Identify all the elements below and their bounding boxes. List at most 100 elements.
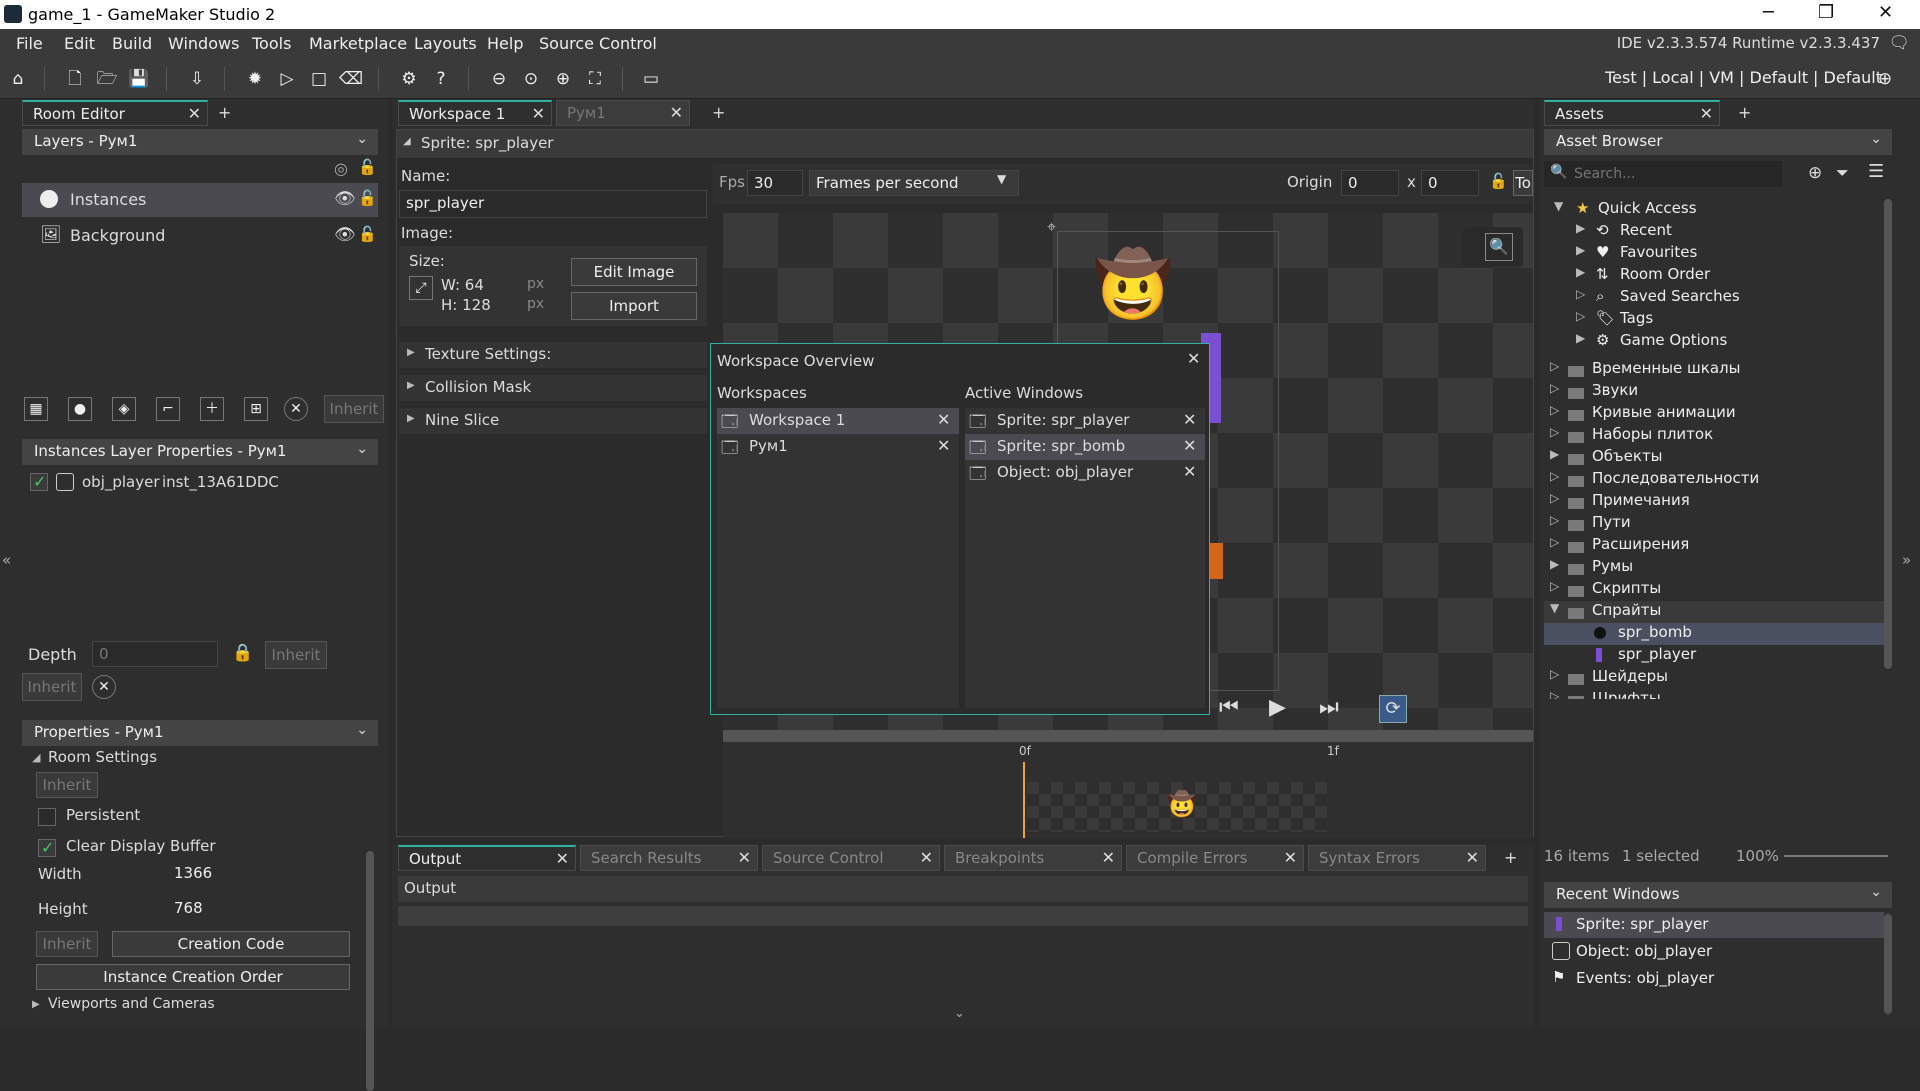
previous-frame-icon[interactable]: ⏮ bbox=[1219, 695, 1239, 720]
sprite-name-input[interactable]: spr_player bbox=[399, 190, 707, 218]
expand-arrow-icon[interactable]: ▼ bbox=[1550, 601, 1559, 615]
inherit-depth-button[interactable]: Inherit bbox=[265, 641, 327, 669]
create-executable-icon[interactable]: ⇩ bbox=[184, 66, 210, 92]
expand-arrow-icon[interactable]: ▶ bbox=[1550, 557, 1559, 571]
minimize-button[interactable]: ─ bbox=[1763, 2, 1774, 23]
folder-objects[interactable]: ▶ Объекты bbox=[1550, 447, 1880, 469]
tree-item-saved-searches[interactable]: ▷ ⌕ Saved Searches bbox=[1576, 287, 1876, 309]
frame-thumbnail[interactable]: 🤠 bbox=[1027, 782, 1327, 832]
recent-scrollbar[interactable] bbox=[1884, 914, 1892, 1014]
close-window-button[interactable]: ✕ bbox=[1878, 2, 1893, 23]
folder-tilesets[interactable]: ▷ Наборы плиток bbox=[1550, 425, 1880, 447]
settings-gear-icon[interactable]: ⚙ bbox=[396, 66, 422, 92]
close-icon[interactable]: ✕ bbox=[1284, 848, 1297, 867]
lock-icon[interactable]: 🔒 bbox=[232, 643, 253, 663]
expand-arrow-icon[interactable]: ▼ bbox=[1554, 199, 1563, 213]
folder-sprites[interactable]: ▼ Спрайты bbox=[1544, 601, 1884, 623]
fit-workspace-icon[interactable]: ⛶ bbox=[582, 66, 608, 92]
tree-item-tags[interactable]: ▷ 🏷 Tags bbox=[1576, 309, 1876, 331]
origin-x-input[interactable]: 0 bbox=[1341, 170, 1399, 196]
close-icon[interactable]: ✕ bbox=[188, 104, 201, 123]
expand-arrow-icon[interactable]: ▷ bbox=[1550, 491, 1559, 505]
asset-search[interactable]: 🔍 bbox=[1544, 161, 1782, 187]
close-icon[interactable]: ✕ bbox=[937, 410, 950, 429]
tab-workspace-1[interactable]: Workspace 1 ✕ bbox=[398, 100, 552, 126]
expand-arrow-icon[interactable]: ▶ bbox=[1576, 265, 1585, 279]
add-path-layer-icon[interactable]: ⌐ bbox=[156, 397, 180, 421]
recent-item[interactable]: Object: obj_player bbox=[1544, 939, 1884, 965]
instance-row[interactable]: obj_player inst_13A61DDC bbox=[22, 469, 378, 495]
target-config[interactable]: Test | Local | VM | Default | Default bbox=[1605, 68, 1882, 87]
expand-arrow-icon[interactable]: ▷ bbox=[1550, 469, 1559, 483]
texture-settings-section[interactable]: ▶ Texture Settings: bbox=[399, 342, 707, 368]
collision-mask-section[interactable]: ▶ Collision Mask bbox=[399, 375, 707, 401]
recent-item[interactable]: Sprite: spr_player bbox=[1544, 912, 1884, 938]
list-item[interactable]: 🗔 Sprite: spr_player ✕ bbox=[965, 408, 1205, 434]
add-tab-icon[interactable]: + bbox=[712, 103, 725, 122]
tree-item-recent[interactable]: ▶ ⟲ Recent bbox=[1576, 221, 1876, 243]
inherit-layer-button[interactable]: Inherit bbox=[22, 673, 82, 701]
close-icon[interactable]: ✕ bbox=[1466, 848, 1479, 867]
lock-icon[interactable]: 🔓 bbox=[358, 158, 377, 176]
timeline-scrubber[interactable] bbox=[723, 730, 1533, 742]
menu-tools[interactable]: Tools bbox=[252, 34, 291, 53]
list-item[interactable]: 🗔 Sprite: spr_bomb ✕ bbox=[965, 434, 1205, 460]
layer-row-background[interactable]: 🖼 Background 👁 🔓 bbox=[22, 219, 378, 253]
collapse-arrow-icon[interactable]: ◢ bbox=[403, 136, 411, 147]
folder-shaders[interactable]: ▷ Шейдеры bbox=[1550, 667, 1880, 689]
collapse-left-icon[interactable]: « bbox=[2, 551, 11, 569]
quick-access-node[interactable]: ▼ ★ Quick Access bbox=[1554, 199, 1874, 221]
tab-breakpoints[interactable]: Breakpoints ✕ bbox=[944, 845, 1122, 871]
layers-header[interactable]: Layers - Рум1 ⌄ bbox=[22, 129, 378, 155]
fps-input[interactable]: 30 bbox=[747, 170, 803, 196]
creation-code-button[interactable]: Creation Code bbox=[112, 931, 350, 957]
add-asset-layer-icon[interactable]: ＋ bbox=[200, 397, 224, 421]
instances-layer-header[interactable]: Instances Layer Properties - Рум1 ⌄ bbox=[22, 439, 378, 465]
close-icon[interactable]: ✕ bbox=[670, 103, 683, 122]
new-project-icon[interactable]: 🗋 bbox=[62, 66, 88, 92]
chevron-down-icon[interactable]: ⌄ bbox=[356, 131, 368, 147]
asset-browser-header[interactable]: Asset Browser ⌄ bbox=[1544, 129, 1892, 155]
chevron-down-icon[interactable]: ⌄ bbox=[356, 441, 368, 457]
add-instance-layer-icon[interactable]: ● bbox=[68, 397, 92, 421]
expand-arrow-icon[interactable]: ▷ bbox=[1550, 359, 1559, 373]
clear-display-buffer-checkbox[interactable] bbox=[38, 838, 56, 857]
chevron-down-icon[interactable]: ▼ bbox=[997, 172, 1006, 186]
eye-icon[interactable]: ◎ bbox=[334, 159, 348, 178]
inherit-creation-code-button[interactable]: Inherit bbox=[36, 931, 98, 957]
filter-icon[interactable]: ⏷ bbox=[1836, 163, 1849, 183]
properties-scrollbar[interactable] bbox=[366, 851, 374, 1091]
expand-arrow-icon[interactable]: ▶ bbox=[1576, 221, 1585, 235]
close-icon[interactable]: ✕ bbox=[556, 849, 569, 868]
layer-row-instances[interactable]: Instances 👁 🔓 bbox=[22, 183, 378, 217]
close-icon[interactable]: ✕ bbox=[738, 848, 751, 867]
list-item[interactable]: 🗔 Object: obj_player ✕ bbox=[965, 460, 1205, 486]
tree-item-game-options[interactable]: ▶ ⚙ Game Options bbox=[1576, 331, 1876, 353]
add-tab-icon[interactable]: + bbox=[1738, 103, 1751, 122]
origin-preset-button[interactable]: To bbox=[1513, 170, 1533, 196]
tree-item-favourites[interactable]: ▶ ♥ Favourites bbox=[1576, 243, 1876, 265]
menu-edit[interactable]: Edit bbox=[64, 34, 95, 53]
inherit-room-settings-button[interactable]: Inherit bbox=[36, 772, 98, 798]
expand-arrow-icon[interactable]: ▷ bbox=[1550, 535, 1559, 549]
folder-notes[interactable]: ▷ Примечания bbox=[1550, 491, 1880, 513]
height-input[interactable]: 768 bbox=[168, 896, 232, 922]
delete-layer-icon[interactable]: ✕ bbox=[284, 397, 308, 421]
depth-input[interactable]: 0 bbox=[92, 641, 218, 667]
close-icon[interactable]: ✕ bbox=[1700, 104, 1713, 123]
asset-spr-bomb[interactable]: spr_bomb bbox=[1544, 623, 1884, 645]
zoom-reset-icon[interactable]: ⊙ bbox=[518, 66, 544, 92]
tree-item-room-order[interactable]: ▶ ⇅ Room Order bbox=[1576, 265, 1876, 287]
import-button[interactable]: Import bbox=[571, 292, 697, 320]
close-icon[interactable]: ✕ bbox=[937, 436, 950, 455]
output-log[interactable] bbox=[398, 906, 1528, 926]
edit-image-button[interactable]: Edit Image bbox=[571, 258, 697, 286]
menu-help[interactable]: Help bbox=[487, 34, 523, 53]
add-asset-icon[interactable]: ⊕ bbox=[1808, 163, 1822, 183]
fps-mode-select[interactable]: Frames per second bbox=[809, 170, 1019, 196]
lock-icon[interactable]: 🔓 bbox=[1489, 172, 1508, 190]
folder-extensions[interactable]: ▷ Расширения bbox=[1550, 535, 1880, 557]
close-icon[interactable]: ✕ bbox=[1183, 462, 1196, 481]
tab-source-control[interactable]: Source Control ✕ bbox=[762, 845, 940, 871]
origin-y-input[interactable]: 0 bbox=[1421, 170, 1479, 196]
